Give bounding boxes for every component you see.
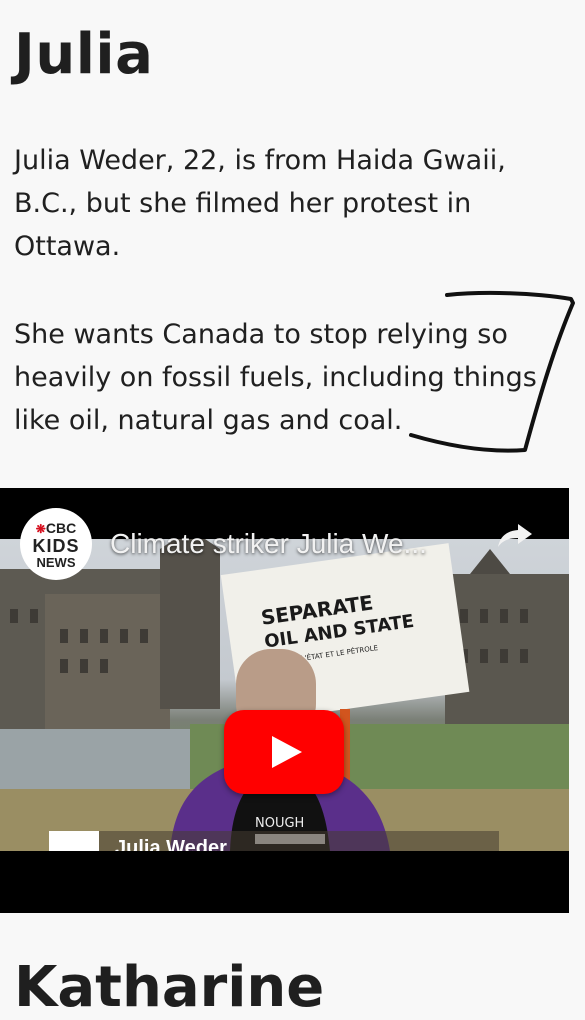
- section-heading: Julia: [14, 22, 154, 87]
- video-thumbnail: SEPARATE OIL AND STATE SÉPARER L'ÉTAT ET…: [0, 539, 569, 851]
- shirt-text: NOUGH: [255, 816, 304, 831]
- next-section-heading: Katharine: [14, 955, 325, 1020]
- play-icon: [272, 736, 302, 768]
- caption-name: Julia Weder: [115, 837, 227, 851]
- article-paragraph: Julia Weder, 22, is from Haida Gwaii, B.…: [14, 145, 506, 262]
- cbc-gem-icon: ❋: [35, 522, 46, 536]
- play-button[interactable]: [224, 710, 344, 794]
- handwritten-bracket-annotation: [409, 290, 575, 453]
- caption-logo-box: [49, 831, 99, 851]
- video-player[interactable]: SEPARATE OIL AND STATE SÉPARER L'ÉTAT ET…: [0, 488, 569, 913]
- channel-logo[interactable]: ❋CBC KIDS NEWS: [20, 508, 92, 580]
- lower-third-caption: Julia Weder climate striker: [49, 831, 499, 851]
- share-icon[interactable]: [496, 520, 536, 550]
- video-title[interactable]: Climate striker Julia We...: [110, 528, 427, 560]
